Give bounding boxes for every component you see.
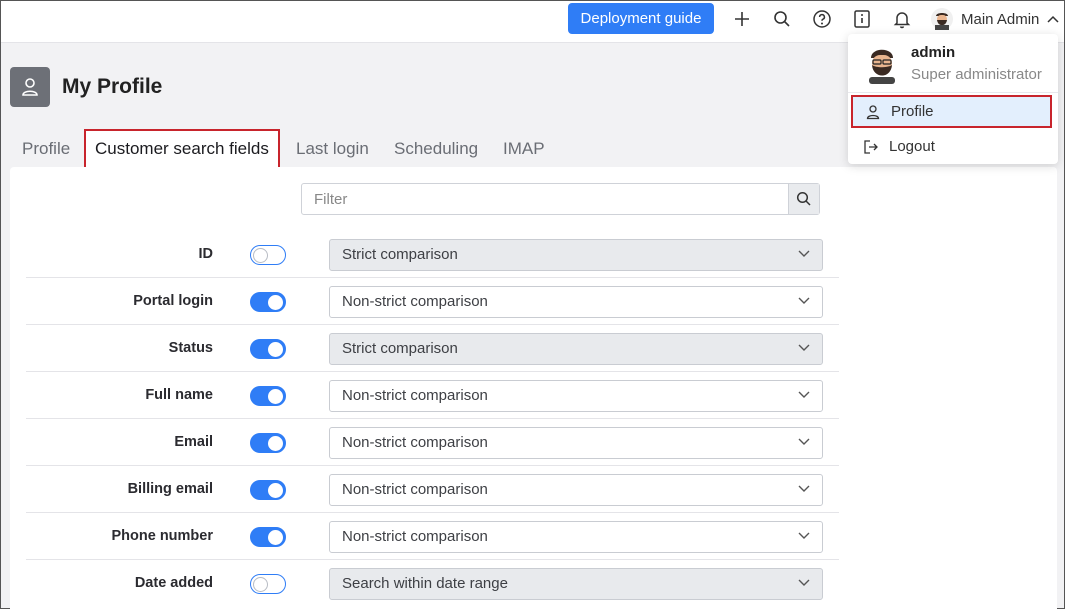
field-row-billing-email: Billing email Non-strict comparison (26, 466, 839, 513)
comparison-select[interactable]: Non-strict comparison (329, 427, 823, 459)
search-icon (796, 191, 811, 206)
field-row-id: ID Strict comparison (26, 231, 839, 278)
search-icon[interactable] (772, 9, 792, 29)
search-fields-card: ID Strict comparison Portal login Non-st… (10, 167, 1057, 609)
field-row-portal-login: Portal login Non-strict comparison (26, 278, 839, 325)
tab-profile[interactable]: Profile (22, 129, 70, 169)
tab-last-login[interactable]: Last login (296, 129, 369, 169)
user-icon (866, 104, 880, 119)
chevron-down-icon (798, 579, 810, 586)
field-toggle[interactable] (250, 292, 286, 312)
filter-search-button[interactable] (788, 184, 819, 214)
chevron-down-icon (798, 532, 810, 539)
comparison-select[interactable]: Non-strict comparison (329, 474, 823, 506)
field-row-phone-number: Phone number Non-strict comparison (26, 513, 839, 560)
plus-icon[interactable] (732, 9, 752, 29)
chevron-down-icon (798, 344, 810, 351)
dropdown-user-name: admin (911, 44, 956, 61)
field-toggle[interactable] (250, 433, 286, 453)
bell-icon[interactable] (892, 9, 912, 29)
profile-page-icon (10, 67, 50, 107)
field-toggle[interactable] (250, 574, 286, 594)
info-icon[interactable] (852, 9, 872, 29)
help-icon[interactable] (812, 9, 832, 29)
chevron-down-icon (798, 250, 810, 257)
field-toggle[interactable] (250, 386, 286, 406)
menu-item-profile[interactable]: Profile (851, 95, 1052, 128)
deployment-guide-button[interactable]: Deployment guide (568, 3, 714, 34)
comparison-select[interactable]: Search within date range (329, 568, 823, 600)
chevron-down-icon (798, 391, 810, 398)
chevron-down-icon (798, 297, 810, 304)
field-toggle[interactable] (250, 527, 286, 547)
comparison-select[interactable]: Non-strict comparison (329, 286, 823, 318)
comparison-select[interactable]: Strict comparison (329, 239, 823, 271)
comparison-select[interactable]: Strict comparison (329, 333, 823, 365)
chevron-up-icon (1047, 15, 1059, 23)
field-row-date-added: Date added Search within date range (26, 560, 839, 607)
user-menu[interactable]: Main Admin (931, 7, 1059, 31)
comparison-select[interactable]: Non-strict comparison (329, 521, 823, 553)
page-title: My Profile (62, 75, 163, 98)
field-label: Billing email (127, 481, 213, 497)
chevron-down-icon (798, 438, 810, 445)
field-label: Date added (134, 575, 213, 591)
field-label: ID (198, 246, 214, 262)
field-toggle[interactable] (250, 339, 286, 359)
dropdown-user-role: Super administrator (911, 66, 1042, 83)
logout-icon (864, 139, 878, 154)
comparison-select[interactable]: Non-strict comparison (329, 380, 823, 412)
field-toggle[interactable] (250, 480, 286, 500)
user-name: Main Admin (961, 10, 1040, 28)
field-label: Email (174, 434, 213, 450)
field-row-email: Email Non-strict comparison (26, 419, 839, 466)
filter-box (301, 183, 820, 215)
field-row-full-name: Full name Non-strict comparison (26, 372, 839, 419)
tab-scheduling[interactable]: Scheduling (394, 129, 478, 169)
field-toggle[interactable] (250, 245, 286, 265)
filter-input[interactable] (302, 184, 789, 214)
divider (848, 92, 1058, 93)
avatar (869, 49, 895, 84)
chevron-down-icon (798, 485, 810, 492)
tab-imap[interactable]: IMAP (503, 129, 545, 169)
field-label: Phone number (111, 528, 213, 544)
field-label: Full name (145, 387, 213, 403)
field-label: Portal login (133, 293, 213, 309)
menu-item-logout[interactable]: Logout (851, 130, 1052, 163)
tab-customer-search-fields[interactable]: Customer search fields (84, 129, 280, 169)
user-dropdown: admin Super administrator Profile Logout (848, 34, 1058, 164)
field-label: Status (168, 340, 213, 356)
avatar (931, 8, 953, 30)
field-row-status: Status Strict comparison (26, 325, 839, 372)
